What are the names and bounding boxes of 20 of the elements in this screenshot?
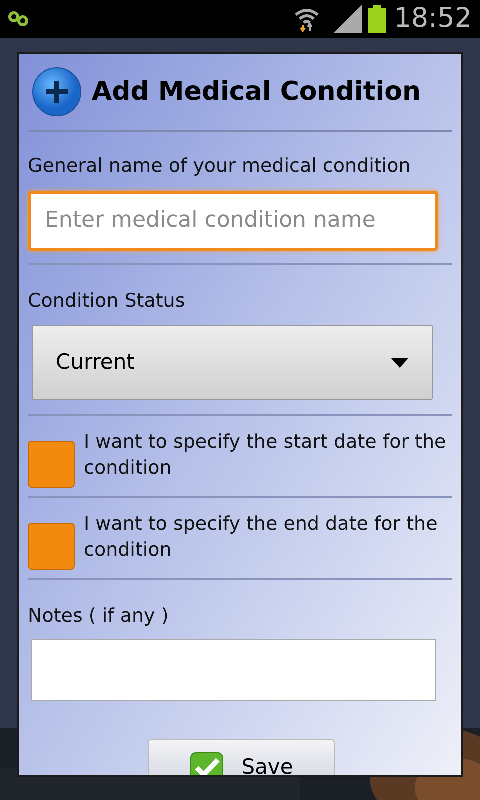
- field-label: Condition Status: [28, 288, 186, 314]
- status-dropdown[interactable]: Current: [32, 325, 433, 400]
- checkmark-icon: [190, 752, 224, 775]
- dropdown-arrow-icon: [391, 358, 409, 368]
- checkbox-label: I want to specify the end date for the condition: [84, 512, 439, 563]
- save-button[interactable]: Save: [148, 738, 335, 775]
- field-label: General name of your medical condition: [28, 154, 412, 179]
- app-notification-icon: [8, 11, 30, 27]
- checkbox-label: I want to specify the start date for the condition: [84, 430, 448, 481]
- add-icon: [32, 67, 82, 117]
- field-label: Notes ( if any ): [28, 604, 170, 629]
- notes-field[interactable]: [31, 638, 436, 700]
- checkbox[interactable]: [28, 523, 75, 570]
- signal-icon: [334, 5, 362, 33]
- wifi-icon: [294, 6, 320, 32]
- dialog-title: Add Medical Condition: [92, 76, 422, 108]
- checkbox[interactable]: [28, 441, 75, 488]
- clock: 18:52: [394, 2, 472, 36]
- condition-name-field[interactable]: Enter medical condition name: [28, 190, 438, 250]
- battery-icon: [368, 5, 386, 33]
